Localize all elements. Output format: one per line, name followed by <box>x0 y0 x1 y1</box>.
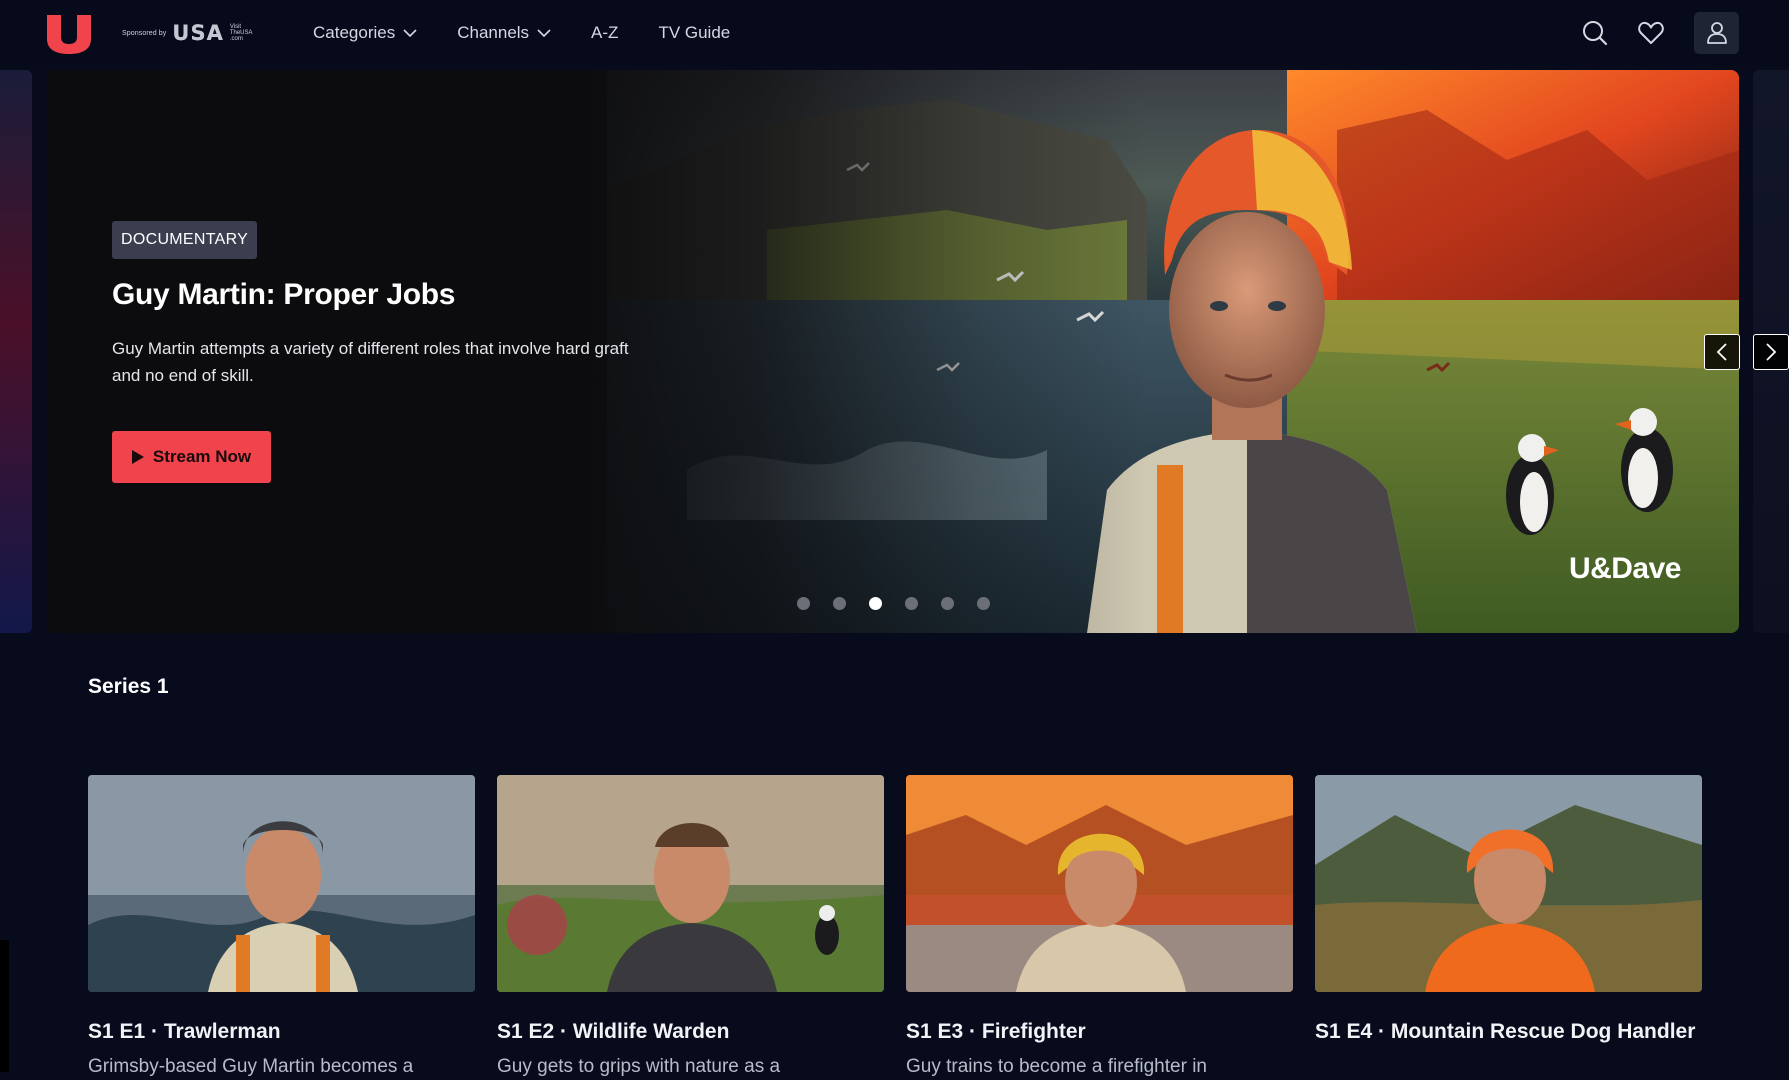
carousel-next-button[interactable] <box>1753 334 1789 370</box>
chevron-down-icon <box>403 28 417 37</box>
channel-logo: U&Dave <box>1568 552 1682 585</box>
episode-title: S1 E1 · Trawlerman <box>88 1020 281 1043</box>
hero-carousel: DOCUMENTARY Guy Martin: Proper Jobs Guy … <box>47 70 1739 633</box>
play-icon <box>131 450 144 464</box>
carousel-dot[interactable] <box>977 597 990 610</box>
u-logo[interactable] <box>46 12 92 54</box>
carousel-dot[interactable] <box>797 597 810 610</box>
episode-list: S1 E1 · Trawlerman Grimsby-based Guy Mar… <box>88 775 1704 1077</box>
chevron-down-icon <box>537 28 551 37</box>
series-heading: Series 1 <box>88 675 169 698</box>
nav-channels[interactable]: Channels <box>457 23 551 43</box>
main-nav: Categories Channels A-Z TV Guide <box>313 0 770 66</box>
header-actions <box>1582 12 1739 54</box>
episode-thumbnail[interactable] <box>906 775 1293 992</box>
top-navigation-bar: Sponsored by USA Visit TheUSA .com Categ… <box>0 0 1789 66</box>
hero-description: Guy Martin attempts a variety of differe… <box>112 339 629 385</box>
episode-thumbnail[interactable] <box>497 775 884 992</box>
episode-description: Grimsby-based Guy Martin becomes a <box>88 1056 414 1077</box>
genre-badge: DOCUMENTARY <box>112 221 258 259</box>
episode-card[interactable]: S1 E3 · Firefighter Guy trains to become… <box>906 775 1293 1077</box>
search-icon[interactable] <box>1582 20 1608 46</box>
user-icon <box>1706 22 1727 44</box>
carousel-dot[interactable] <box>905 597 918 610</box>
chevron-left-icon <box>1716 343 1727 361</box>
episode-card[interactable]: S1 E2 · Wildlife Warden Guy gets to grip… <box>497 775 884 1077</box>
episode-title: S1 E3 · Firefighter <box>906 1020 1086 1043</box>
carousel-dots <box>797 597 990 610</box>
sponsor-text: Sponsored by <box>122 29 167 37</box>
stream-now-label: Stream Now <box>152 447 252 466</box>
episode-title: S1 E2 · Wildlife Warden <box>497 1020 730 1043</box>
stream-now-button[interactable]: Stream Now <box>112 431 271 483</box>
carousel-dot[interactable] <box>941 597 954 610</box>
episode-description: Guy gets to grips with nature as a <box>497 1056 781 1077</box>
previous-slide-peek[interactable] <box>0 70 32 633</box>
sponsor-banner[interactable]: Sponsored by USA Visit TheUSA .com <box>122 21 258 45</box>
nav-label: Channels <box>457 23 530 42</box>
nav-a-z[interactable]: A-Z <box>591 23 618 43</box>
sponsor-brand: USA <box>172 21 224 45</box>
sponsor-visit-text: Visit TheUSA .com <box>229 24 253 42</box>
nav-categories[interactable]: Categories <box>313 23 417 43</box>
nav-tv-guide[interactable]: TV Guide <box>658 23 730 43</box>
episode-thumbnail[interactable] <box>1315 775 1702 992</box>
edge-shadow <box>0 940 9 1072</box>
carousel-dot-active[interactable] <box>869 597 882 610</box>
nav-label: Categories <box>313 23 396 42</box>
episode-title: S1 E4 · Mountain Rescue Dog Handler <box>1315 1020 1696 1043</box>
chevron-right-icon <box>1766 343 1777 361</box>
episode-thumbnail[interactable] <box>88 775 475 992</box>
nav-label: A-Z <box>591 23 619 42</box>
episode-description: Guy trains to become a firefighter in <box>906 1056 1207 1077</box>
profile-button[interactable] <box>1694 12 1739 54</box>
episode-card[interactable]: S1 E1 · Trawlerman Grimsby-based Guy Mar… <box>88 775 475 1077</box>
nav-label: TV Guide <box>658 23 731 42</box>
heart-icon[interactable] <box>1638 20 1664 46</box>
carousel-dot[interactable] <box>833 597 846 610</box>
carousel-prev-button[interactable] <box>1704 334 1740 370</box>
episode-card[interactable]: S1 E4 · Mountain Rescue Dog Handler <box>1315 775 1702 1072</box>
hero-title: Guy Martin: Proper Jobs <box>112 278 456 311</box>
